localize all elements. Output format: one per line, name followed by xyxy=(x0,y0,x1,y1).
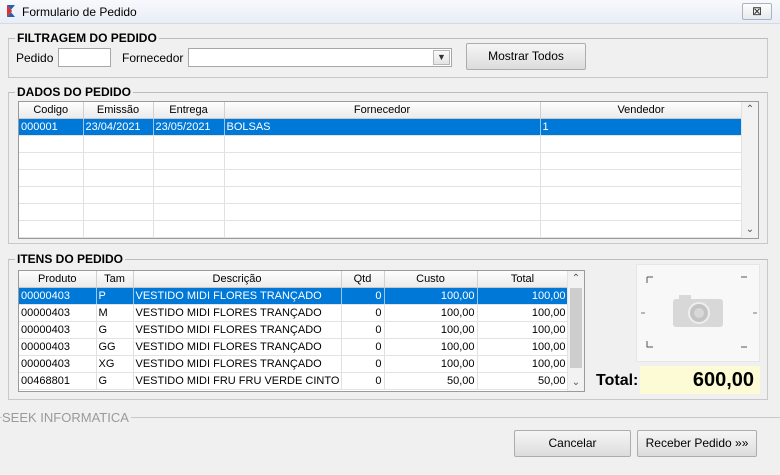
column-header[interactable]: Tam xyxy=(96,271,134,288)
orders-header-row: Codigo Emissão Entrega Fornecedor Vended… xyxy=(19,102,743,119)
cell-custo: 100,00 xyxy=(384,338,478,356)
cell-descricao: VESTIDO MIDI FLORES TRANÇADO xyxy=(133,321,342,339)
cell-tam: GG xyxy=(96,338,134,356)
fornecedor-label: Fornecedor xyxy=(122,51,184,65)
pedido-input[interactable] xyxy=(58,48,111,67)
scroll-thumb[interactable] xyxy=(570,288,582,368)
scroll-up-icon[interactable]: ⌃ xyxy=(742,102,758,118)
cell-codigo: 000001 xyxy=(19,118,84,136)
scroll-down-icon[interactable]: ⌄ xyxy=(568,375,584,391)
empty-row[interactable] xyxy=(19,220,743,238)
cell-total: 50,00 xyxy=(477,372,569,390)
cell-custo: 50,00 xyxy=(384,372,478,390)
column-header[interactable]: Custo xyxy=(384,271,478,288)
items-header-row: Produto Tam Descrição Qtd Custo Total xyxy=(19,271,569,288)
cell-qtd: 0 xyxy=(341,304,385,322)
cell-produto: 00000403 xyxy=(19,321,97,339)
total-value: 600,00 xyxy=(640,366,760,394)
cell-descricao: VESTIDO MIDI FLORES TRANÇADO xyxy=(133,355,342,373)
cell-produto: 00000403 xyxy=(19,287,97,305)
cell-tam: G xyxy=(96,372,134,390)
cell-emissao: 23/04/2021 xyxy=(83,118,154,136)
column-header[interactable]: Descrição xyxy=(133,271,342,288)
table-row[interactable]: 00000403 P VESTIDO MIDI FLORES TRANÇADO … xyxy=(19,287,569,305)
scroll-down-icon[interactable]: ⌄ xyxy=(742,222,758,238)
brand-label: SEEK INFORMATICA xyxy=(2,410,131,425)
cell-qtd: 0 xyxy=(341,287,385,305)
column-header[interactable]: Total xyxy=(477,271,569,288)
table-row[interactable]: 00000403 M VESTIDO MIDI FLORES TRANÇADO … xyxy=(19,304,569,322)
cell-produto: 00000403 xyxy=(19,355,97,373)
column-header[interactable]: Emissão xyxy=(83,102,154,119)
column-header[interactable]: Fornecedor xyxy=(224,102,541,119)
table-row[interactable]: 000001 23/04/2021 23/05/2021 BOLSAS 1 xyxy=(19,118,743,136)
items-group-label: ITENS DO PEDIDO xyxy=(15,252,126,266)
cell-total: 100,00 xyxy=(477,355,569,373)
orders-group-label: DADOS DO PEDIDO xyxy=(15,85,134,99)
cell-custo: 100,00 xyxy=(384,321,478,339)
cell-total: 100,00 xyxy=(477,321,569,339)
cell-total: 100,00 xyxy=(477,287,569,305)
table-row[interactable]: 00000403 GG VESTIDO MIDI FLORES TRANÇADO… xyxy=(19,338,569,356)
filter-group-label: FILTRAGEM DO PEDIDO xyxy=(15,31,159,45)
window-title: Formulario de Pedido xyxy=(22,5,137,19)
cell-custo: 100,00 xyxy=(384,287,478,305)
camera-icon xyxy=(641,276,757,348)
table-row[interactable]: 00000403 XG VESTIDO MIDI FLORES TRANÇADO… xyxy=(19,355,569,373)
empty-row[interactable] xyxy=(19,152,743,170)
empty-row[interactable] xyxy=(19,186,743,204)
total-label: Total: xyxy=(596,372,639,389)
cell-descricao: VESTIDO MIDI FRU FRU VERDE CINTO OF xyxy=(133,372,342,390)
pedido-label: Pedido xyxy=(16,51,54,65)
cell-fornecedor: BOLSAS xyxy=(224,118,541,136)
items-scrollbar[interactable]: ⌃ ⌄ xyxy=(567,271,584,391)
cell-tam: P xyxy=(96,287,134,305)
cell-qtd: 0 xyxy=(341,355,385,373)
orders-scrollbar[interactable]: ⌃ ⌄ xyxy=(741,102,758,238)
close-button[interactable]: ⊠ xyxy=(742,3,772,20)
empty-row[interactable] xyxy=(19,203,743,221)
cell-tam: M xyxy=(96,304,134,322)
cell-tam: G xyxy=(96,321,134,339)
column-header[interactable]: Vendedor xyxy=(540,102,743,119)
show-all-button[interactable]: Mostrar Todos xyxy=(466,43,586,70)
cell-qtd: 0 xyxy=(341,321,385,339)
cell-produto: 00000403 xyxy=(19,304,97,322)
column-header[interactable]: Qtd xyxy=(341,271,385,288)
column-header[interactable]: Produto xyxy=(19,271,97,288)
column-header[interactable]: Entrega xyxy=(153,102,225,119)
chevron-down-icon[interactable]: ▼ xyxy=(433,50,450,65)
empty-row[interactable] xyxy=(19,169,743,187)
column-header[interactable]: Codigo xyxy=(19,102,84,119)
cancel-button[interactable]: Cancelar xyxy=(514,430,631,457)
product-photo-placeholder[interactable] xyxy=(636,264,760,362)
cell-custo: 100,00 xyxy=(384,355,478,373)
app-logo-icon xyxy=(7,5,15,17)
cell-vendedor: 1 xyxy=(540,118,743,136)
cell-descricao: VESTIDO MIDI FLORES TRANÇADO xyxy=(133,304,342,322)
close-icon: ⊠ xyxy=(751,4,763,18)
title-bar: Formulario de Pedido ⊠ xyxy=(0,0,780,24)
cell-produto: 00000403 xyxy=(19,338,97,356)
cell-tam: XG xyxy=(96,355,134,373)
cell-descricao: VESTIDO MIDI FLORES TRANÇADO xyxy=(133,338,342,356)
items-grid[interactable]: Produto Tam Descrição Qtd Custo Total 00… xyxy=(18,270,585,392)
cell-total: 100,00 xyxy=(477,304,569,322)
scroll-up-icon[interactable]: ⌃ xyxy=(568,271,584,287)
cell-descricao: VESTIDO MIDI FLORES TRANÇADO xyxy=(133,287,342,305)
table-row[interactable]: 00000403 G VESTIDO MIDI FLORES TRANÇADO … xyxy=(19,321,569,339)
cell-custo: 100,00 xyxy=(384,304,478,322)
cell-total: 100,00 xyxy=(477,338,569,356)
cell-qtd: 0 xyxy=(341,372,385,390)
cell-entrega: 23/05/2021 xyxy=(153,118,225,136)
cell-produto: 00468801 xyxy=(19,372,97,390)
table-row[interactable]: 00468801 G VESTIDO MIDI FRU FRU VERDE CI… xyxy=(19,372,569,390)
cell-qtd: 0 xyxy=(341,338,385,356)
receive-order-button[interactable]: Receber Pedido »» xyxy=(637,430,757,457)
empty-row[interactable] xyxy=(19,135,743,153)
fornecedor-select[interactable]: ▼ xyxy=(188,48,452,67)
orders-grid[interactable]: Codigo Emissão Entrega Fornecedor Vended… xyxy=(18,101,759,239)
